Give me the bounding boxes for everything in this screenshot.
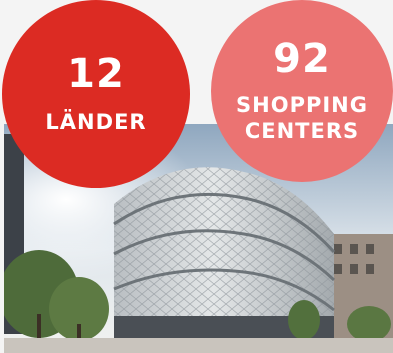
stat-countries-label: LÄNDER: [45, 110, 147, 134]
stat-countries-number: 12: [67, 51, 125, 97]
stat-shopping-centers: 92 SHOPPING CENTERS: [211, 0, 393, 182]
stat-shopping-centers-label: SHOPPING CENTERS: [236, 92, 368, 144]
stat-shopping-centers-number: 92: [273, 36, 331, 82]
stat-countries: 12 LÄNDER: [2, 0, 190, 188]
stat-shopping-centers-label-line2: CENTERS: [244, 119, 360, 143]
stat-shopping-centers-label-line1: SHOPPING: [236, 93, 368, 117]
